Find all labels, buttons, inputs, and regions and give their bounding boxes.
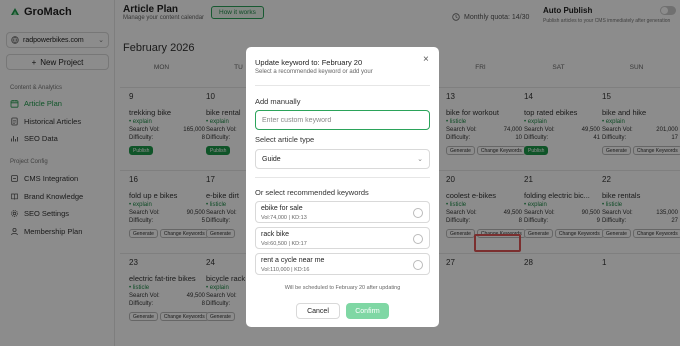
article-type-select[interactable]: Guide ⌄ bbox=[255, 149, 430, 169]
close-icon[interactable]: × bbox=[423, 54, 429, 65]
article-type-value: Guide bbox=[262, 155, 281, 163]
add-manually-label: Add manually bbox=[255, 97, 301, 106]
update-keyword-modal: Update keyword to: February 20 Select a … bbox=[246, 47, 439, 327]
keyword-option[interactable]: ebike for sale Vol:74,000 | KD:13 bbox=[255, 201, 430, 223]
option-radio[interactable] bbox=[413, 234, 423, 244]
keyword-option[interactable]: rack bike Vol:60,500 | KD:17 bbox=[255, 227, 430, 249]
option-keyword: rack bike bbox=[261, 231, 290, 238]
modal-divider bbox=[255, 177, 430, 178]
cancel-button[interactable]: Cancel bbox=[296, 303, 340, 319]
option-metrics: Vol:74,000 | KD:13 bbox=[261, 215, 307, 221]
option-keyword: rent a cycle near me bbox=[261, 257, 325, 264]
keyword-option[interactable]: rent a cycle near me Vol:110,000 | KD:16 bbox=[255, 253, 430, 275]
modal-subtitle: Select a recommended keyword or add your bbox=[255, 69, 373, 75]
option-metrics: Vol:60,500 | KD:17 bbox=[261, 241, 307, 247]
confirm-button[interactable]: Confirm bbox=[346, 303, 389, 319]
custom-keyword-input[interactable] bbox=[255, 110, 430, 130]
option-keyword: ebike for sale bbox=[261, 205, 303, 212]
option-radio[interactable] bbox=[413, 260, 423, 270]
option-radio[interactable] bbox=[413, 208, 423, 218]
article-type-label: Select article type bbox=[255, 135, 315, 144]
modal-title: Update keyword to: February 20 bbox=[255, 58, 363, 67]
option-metrics: Vol:110,000 | KD:16 bbox=[261, 267, 310, 273]
chevron-down-icon: ⌄ bbox=[417, 156, 423, 163]
modal-divider bbox=[255, 85, 430, 86]
recommended-label: Or select recommended keywords bbox=[255, 188, 369, 197]
schedule-note: Will be scheduled to February 20 after u… bbox=[284, 285, 401, 291]
